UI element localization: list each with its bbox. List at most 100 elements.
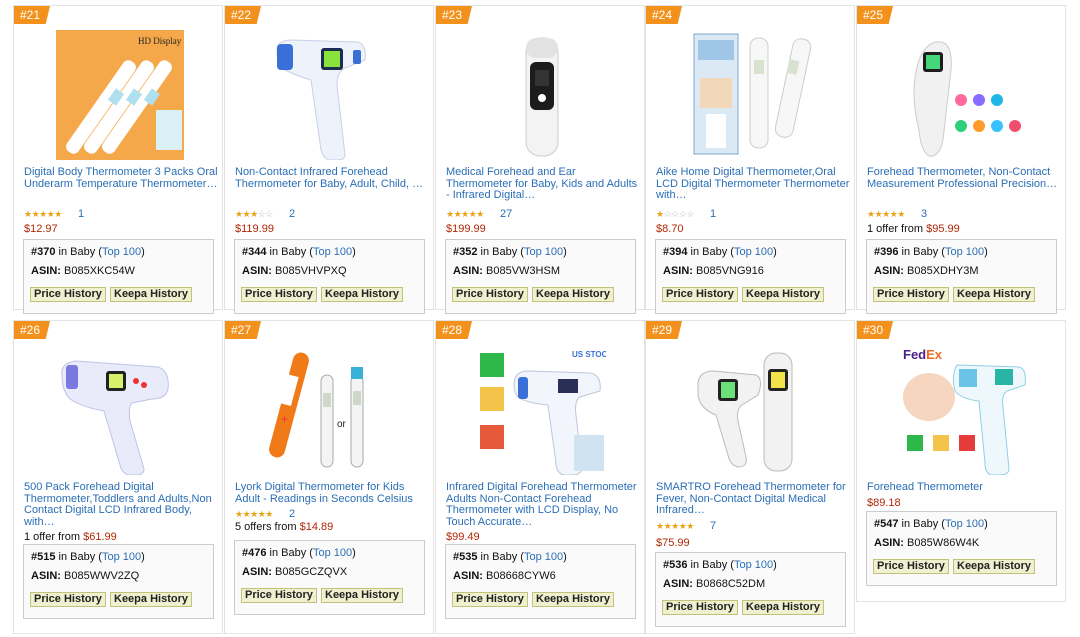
keepa-history-button[interactable]: Keepa History	[742, 600, 824, 615]
asin-row: ASIN: B085VHVPXQ	[242, 265, 347, 277]
product-title-link[interactable]: Aike Home Digital Thermometer,Oral LCD D…	[656, 166, 852, 202]
product-card[interactable]: #22 Non-Contact Infrared Forehead Thermo…	[224, 5, 434, 314]
product-card[interactable]: #24 Aike Home Digital Thermometer,Oral L…	[645, 5, 855, 314]
keepa-history-button[interactable]: Keepa History	[321, 287, 403, 302]
sales-rank: #515	[31, 551, 56, 563]
category-close: )	[141, 551, 145, 563]
product-image[interactable]: HD Display	[56, 30, 184, 160]
keepa-history-button[interactable]: Keepa History	[532, 592, 614, 607]
sales-rank: #536	[663, 559, 688, 571]
review-count-link[interactable]: 27	[500, 208, 512, 220]
keepa-history-button[interactable]: Keepa History	[110, 287, 192, 302]
top-100-link[interactable]: Top 100	[313, 547, 352, 559]
asin-value: B085VNG916	[696, 265, 764, 277]
sales-rank: #396	[874, 246, 899, 258]
product-title-link[interactable]: Infrared Digital Forehead Thermometer Ad…	[446, 481, 642, 528]
price-history-button[interactable]: Price History	[662, 600, 738, 615]
product-card[interactable]: #21 HD Display Digital Body Thermometer …	[13, 5, 223, 314]
offer-price[interactable]: $95.99	[926, 223, 960, 235]
top-100-link[interactable]: Top 100	[524, 246, 563, 258]
top-100-link[interactable]: Top 100	[945, 246, 984, 258]
product-title-link[interactable]: SMARTRO Forehead Thermometer for Fever, …	[656, 481, 852, 517]
asin-value: B085GCZQVX	[275, 566, 348, 578]
review-count-link[interactable]: 1	[78, 208, 84, 220]
product-image[interactable]	[267, 30, 395, 160]
review-count-link[interactable]: 7	[710, 520, 716, 532]
price-history-button[interactable]: Price History	[873, 559, 949, 574]
keepa-history-button[interactable]: Keepa History	[953, 287, 1035, 302]
category-text: in Baby (	[901, 246, 945, 258]
product-image[interactable]	[899, 30, 1027, 160]
sales-rank-row: #352 in Baby (Top 100)	[453, 246, 567, 258]
star-rating[interactable]: ★★★★★	[656, 521, 694, 532]
image-caption: US STOCK	[572, 350, 606, 359]
top-100-link[interactable]: Top 100	[734, 559, 773, 571]
product-card[interactable]: #27 + or Lyork Digital Thermometer for K…	[224, 320, 434, 634]
rank-badge: #21	[14, 6, 51, 24]
top-100-link[interactable]: Top 100	[102, 246, 141, 258]
product-card[interactable]: #29 SMARTRO Forehead Thermometer for Fev…	[645, 320, 855, 634]
product-card[interactable]: #23 Medical Forehead and Ear Thermometer…	[435, 5, 645, 314]
review-count-link[interactable]: 2	[289, 508, 295, 520]
star-rating[interactable]: ★★★★★	[235, 509, 273, 520]
product-title-link[interactable]: Medical Forehead and Ear Thermometer for…	[446, 166, 642, 202]
keepa-history-button[interactable]: Keepa History	[532, 287, 614, 302]
sales-rank-row: #370 in Baby (Top 100)	[31, 246, 145, 258]
top-100-link[interactable]: Top 100	[313, 246, 352, 258]
product-card[interactable]: #30 FedEx Forehead Thermometer $89.18 #547…	[856, 320, 1066, 602]
product-image[interactable]	[56, 345, 184, 475]
review-count-link[interactable]: 2	[289, 208, 295, 220]
top-100-link[interactable]: Top 100	[734, 246, 773, 258]
category-text: in Baby (	[269, 246, 313, 258]
price-history-button[interactable]: Price History	[662, 287, 738, 302]
product-image[interactable]	[688, 30, 816, 160]
product-card[interactable]: #26 500 Pack Forehead Digital Thermomete…	[13, 320, 223, 634]
star-rating[interactable]: ★☆☆☆☆	[656, 209, 694, 220]
top-100-link[interactable]: Top 100	[524, 551, 563, 563]
keepa-history-button[interactable]: Keepa History	[953, 559, 1035, 574]
offer-price[interactable]: $61.99	[83, 531, 117, 543]
asin-row: ASIN: B085VNG916	[663, 265, 764, 277]
product-card[interactable]: #28 US STOCK Infrared Digital Forehead Th…	[435, 320, 645, 634]
product-card[interactable]: #25 Forehead Thermometer, Non-Contact Me…	[856, 5, 1066, 314]
price-history-button[interactable]: Price History	[30, 592, 106, 607]
product-title-link[interactable]: Non-Contact Infrared Forehead Thermomete…	[235, 166, 431, 190]
keepa-history-button[interactable]: Keepa History	[742, 287, 824, 302]
product-title-link[interactable]: Forehead Thermometer, Non-Contact Measur…	[867, 166, 1063, 190]
product-image[interactable]	[478, 30, 606, 160]
product-image[interactable]: + or	[267, 345, 395, 475]
keepa-history-button[interactable]: Keepa History	[110, 592, 192, 607]
review-count-link[interactable]: 1	[710, 208, 716, 220]
product-title-link[interactable]: Digital Body Thermometer 3 Packs Oral Un…	[24, 166, 220, 190]
product-image[interactable]: FedEx	[899, 345, 1027, 475]
price-history-button[interactable]: Price History	[241, 588, 317, 603]
category-text: in Baby (	[901, 518, 945, 530]
product-title-link[interactable]: Forehead Thermometer	[867, 481, 1063, 494]
product-title-link[interactable]: Lyork Digital Thermometer for Kids Adult…	[235, 481, 431, 505]
product-title-link[interactable]: 500 Pack Forehead Digital Thermometer,To…	[24, 481, 220, 528]
star-rating[interactable]: ★★★★★	[867, 209, 905, 220]
star-rating[interactable]: ★★★★★	[446, 209, 484, 220]
top-100-link[interactable]: Top 100	[102, 551, 141, 563]
rank-badge: #30	[857, 321, 894, 339]
offers-text[interactable]: 1 offer from $95.99	[867, 223, 960, 235]
offers-text[interactable]: 1 offer from $61.99	[24, 531, 117, 543]
offers-text[interactable]: 5 offers from $14.89	[235, 521, 333, 533]
keepa-history-button[interactable]: Keepa History	[321, 588, 403, 603]
category-close: )	[352, 547, 356, 559]
price-history-button[interactable]: Price History	[30, 287, 106, 302]
star-rating[interactable]: ★★★☆☆	[235, 209, 273, 220]
price-history-button[interactable]: Price History	[241, 287, 317, 302]
star-rating[interactable]: ★★★★★	[24, 209, 62, 220]
product-price: $75.99	[656, 537, 690, 549]
product-price: $119.99	[235, 223, 274, 235]
review-count-link[interactable]: 3	[921, 208, 927, 220]
price-history-button[interactable]: Price History	[452, 287, 528, 302]
price-history-button[interactable]: Price History	[873, 287, 949, 302]
offer-price[interactable]: $14.89	[300, 521, 334, 533]
product-image[interactable]: US STOCK	[478, 345, 606, 475]
top-100-link[interactable]: Top 100	[945, 518, 984, 530]
price-history-button[interactable]: Price History	[452, 592, 528, 607]
product-image[interactable]	[688, 345, 816, 475]
asin-label: ASIN:	[663, 265, 693, 277]
